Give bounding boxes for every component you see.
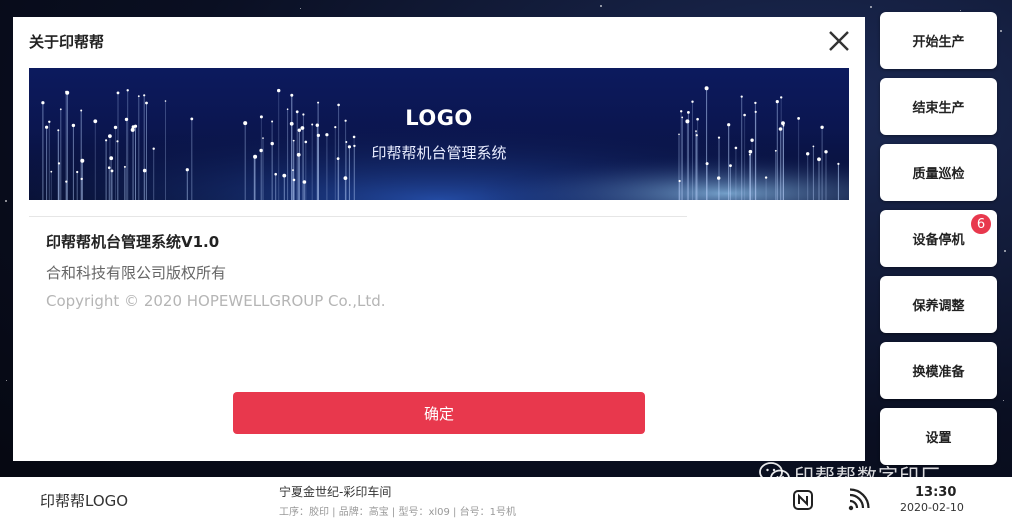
watermark-text: 印帮帮数字印厂 bbox=[794, 464, 941, 488]
nfc-icon[interactable] bbox=[791, 488, 815, 516]
about-dialog: 关于印帮帮 LOGO 印帮帮机台管理系统 印帮帮机台管理系统V1.0 合和科技有… bbox=[13, 17, 865, 461]
product-name: 印帮帮机台管理系统V1.0 bbox=[46, 233, 220, 251]
banner-subtitle: 印帮帮机台管理系统 bbox=[371, 144, 507, 162]
machine-info: 工序：胶印 | 品牌：高宝 | 型号：xl09 | 台号：1号机 bbox=[279, 507, 516, 518]
quality-inspection-button[interactable]: 质量巡检 bbox=[880, 144, 997, 201]
button-label: 设备停机 bbox=[912, 233, 965, 248]
end-production-button[interactable]: 结束生产 bbox=[880, 78, 997, 135]
copyright-text: Copyright © 2020 HOPEWELLGROUP Co.,Ltd. bbox=[46, 292, 386, 310]
button-label: 结束生产 bbox=[912, 101, 965, 116]
workshop-name: 宁夏金世纪-彩印车间 bbox=[279, 485, 392, 499]
mold-change-button[interactable]: 换模准备 bbox=[880, 342, 997, 399]
clock-date: 2020-02-10 bbox=[900, 501, 964, 514]
equipment-stop-button[interactable]: 设备停机 6 bbox=[880, 210, 997, 267]
start-production-button[interactable]: 开始生产 bbox=[880, 12, 997, 69]
button-label: 质量巡检 bbox=[912, 167, 965, 182]
wifi-signal-icon[interactable] bbox=[846, 488, 870, 516]
settings-button[interactable]: 设置 bbox=[880, 408, 997, 465]
divider bbox=[29, 216, 687, 217]
button-label: 开始生产 bbox=[912, 35, 965, 50]
banner-image: LOGO 印帮帮机台管理系统 bbox=[29, 68, 849, 200]
maintenance-button[interactable]: 保养调整 bbox=[880, 276, 997, 333]
confirm-button[interactable]: 确定 bbox=[233, 392, 645, 434]
copyright-owner: 合和科技有限公司版权所有 bbox=[46, 264, 227, 282]
button-label: 保养调整 bbox=[912, 299, 965, 314]
button-label: 换模准备 bbox=[912, 365, 965, 380]
notification-badge: 6 bbox=[971, 214, 991, 234]
footer-logo: 印帮帮LOGO bbox=[40, 492, 129, 510]
wechat-icon bbox=[758, 461, 792, 493]
banner-logo: LOGO bbox=[405, 106, 473, 130]
button-label: 设置 bbox=[925, 431, 952, 446]
close-icon[interactable] bbox=[827, 29, 851, 53]
dialog-title: 关于印帮帮 bbox=[29, 33, 105, 51]
